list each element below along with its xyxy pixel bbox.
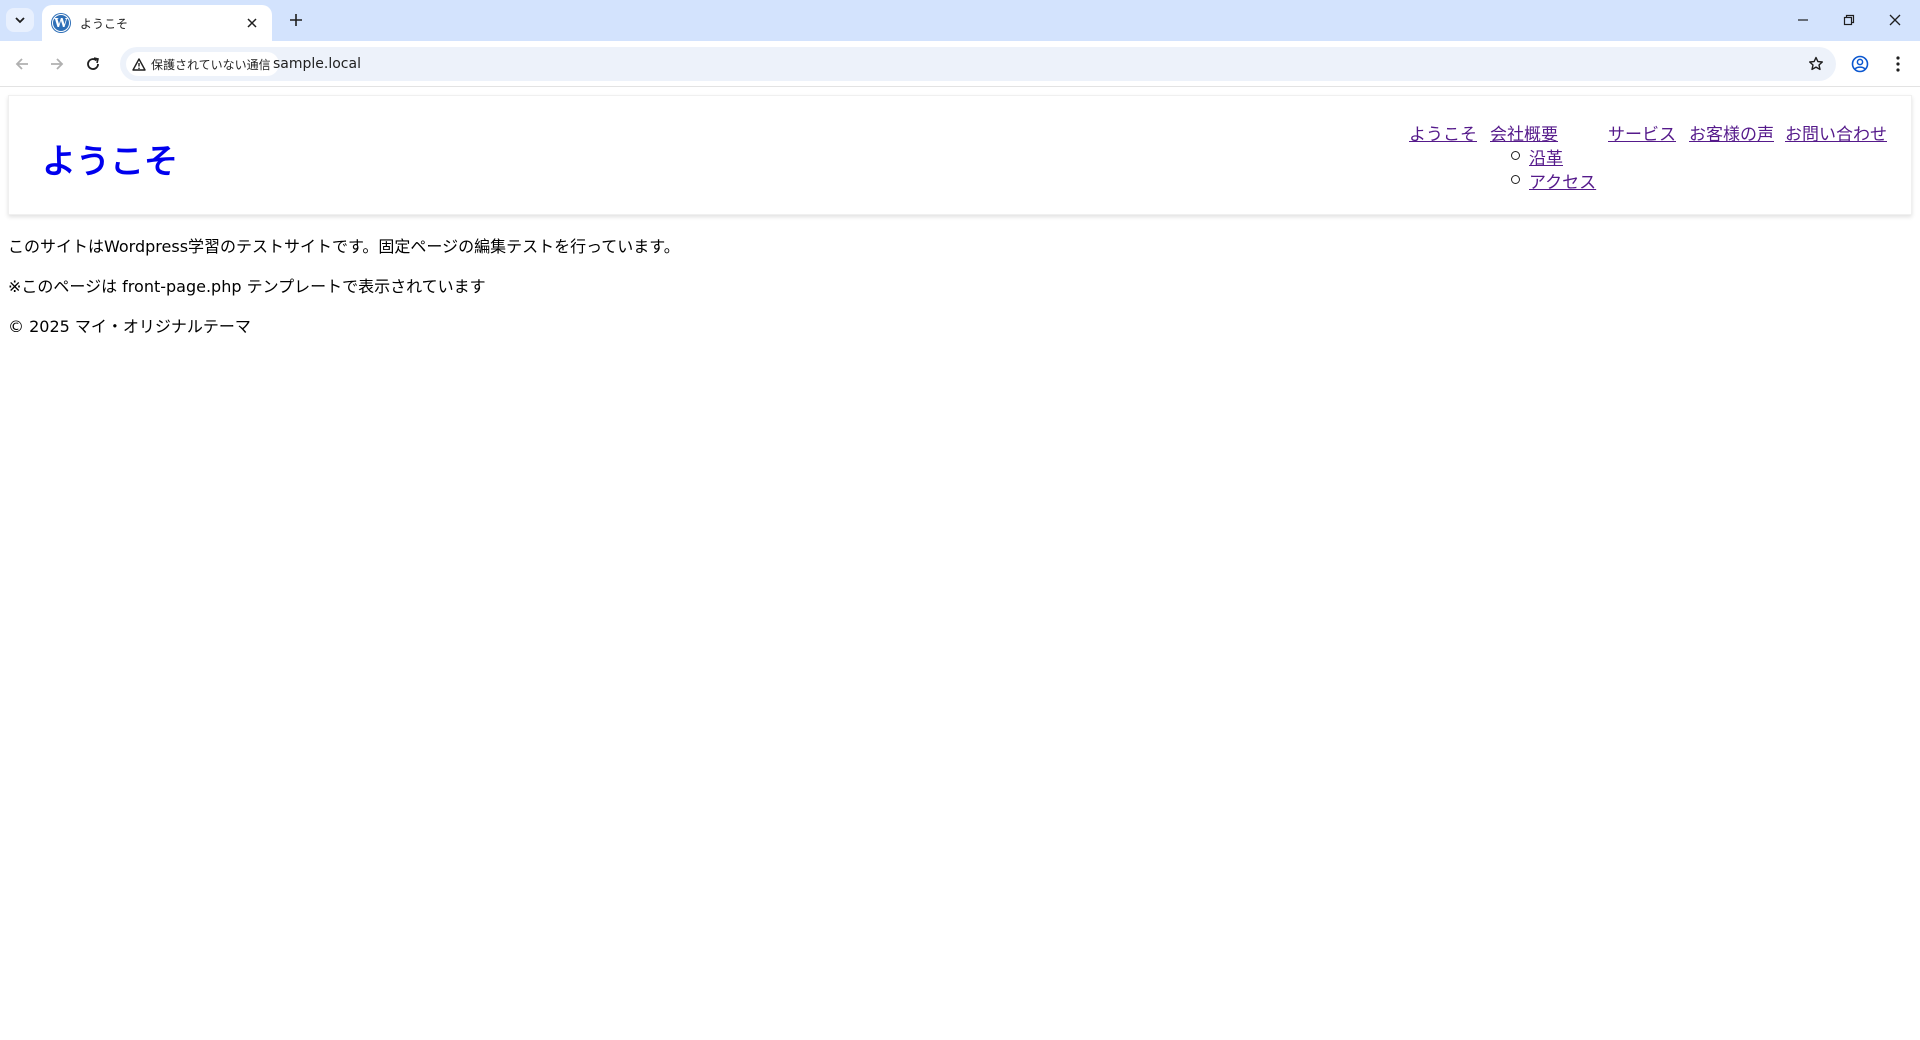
tab-search-button[interactable] (6, 8, 34, 32)
close-icon (247, 18, 257, 28)
restore-button[interactable] (1826, 0, 1872, 40)
tab-title: ようこそ (80, 16, 129, 31)
profile-button[interactable] (1843, 47, 1877, 81)
reload-icon (87, 57, 99, 70)
back-button[interactable] (5, 47, 39, 81)
address-bar[interactable]: 保護されていない通信 sample.local (120, 47, 1836, 81)
wordpress-icon: W (52, 14, 70, 32)
close-icon (1889, 14, 1901, 26)
circle-bullet-icon (1511, 151, 1520, 160)
site-title[interactable]: ようこそ (42, 134, 178, 183)
arrow-right-icon (51, 58, 64, 70)
bookmark-button[interactable] (1804, 52, 1828, 76)
more-vertical-icon (1896, 56, 1900, 72)
nav-link-company[interactable]: 会社概要 (1490, 125, 1558, 145)
menu-button[interactable] (1881, 47, 1915, 81)
forward-button[interactable] (40, 47, 74, 81)
submenu-link-access[interactable]: アクセス (1529, 173, 1596, 193)
url-text[interactable]: sample.local (273, 56, 361, 72)
close-tab-button[interactable] (242, 13, 262, 33)
arrow-left-icon (15, 58, 28, 70)
plus-icon (290, 14, 302, 26)
browser-toolbar: 保護されていない通信 sample.local (0, 41, 1920, 87)
submenu-item-access: アクセス (1511, 168, 1596, 193)
site-header: ようこそ ようこそ 会社概要 沿革 アクセス サービス お客様の声 お問い合わせ (8, 95, 1912, 215)
submenu-link-history[interactable]: 沿革 (1529, 149, 1563, 169)
circle-bullet-icon (1511, 175, 1520, 184)
nav-item-service: サービス (1608, 120, 1676, 145)
footer-copyright: © 2025 マイ・オリジナルテーマ (8, 317, 251, 336)
new-tab-button[interactable] (282, 8, 310, 32)
nav-link-service[interactable]: サービス (1608, 125, 1676, 145)
close-window-button[interactable] (1872, 0, 1918, 40)
warning-icon (132, 57, 146, 71)
minimize-button[interactable] (1780, 0, 1826, 40)
security-label: 保護されていない通信 (151, 57, 271, 72)
active-tab[interactable]: W ようこそ (42, 5, 272, 41)
nav-item-testimonials: お客様の声 (1689, 120, 1774, 145)
submenu-company: 沿革 アクセス (1511, 144, 1596, 193)
tab-strip: W ようこそ (0, 0, 1920, 41)
minimize-icon (1798, 19, 1808, 21)
submenu-item-history: 沿革 (1511, 144, 1596, 169)
nav-item-contact: お問い合わせ (1785, 120, 1887, 145)
restore-icon (1843, 14, 1855, 26)
nav-link-contact[interactable]: お問い合わせ (1785, 125, 1887, 145)
nav-link-home[interactable]: ようこそ (1409, 125, 1477, 145)
nav-link-testimonials[interactable]: お客様の声 (1689, 125, 1774, 145)
nav-item-company: 会社概要 (1490, 120, 1558, 145)
account-icon (1851, 55, 1869, 73)
template-note: ※このページは front-page.php テンプレートで表示されています (8, 277, 486, 296)
security-chip[interactable]: 保護されていない通信 (126, 52, 279, 76)
intro-paragraph: このサイトはWordpress学習のテストサイトです。固定ページの編集テストを行… (8, 237, 680, 256)
chevron-down-icon (15, 17, 25, 24)
star-icon (1809, 56, 1823, 71)
nav-item-home: ようこそ (1409, 120, 1477, 145)
reload-button[interactable] (76, 47, 110, 81)
